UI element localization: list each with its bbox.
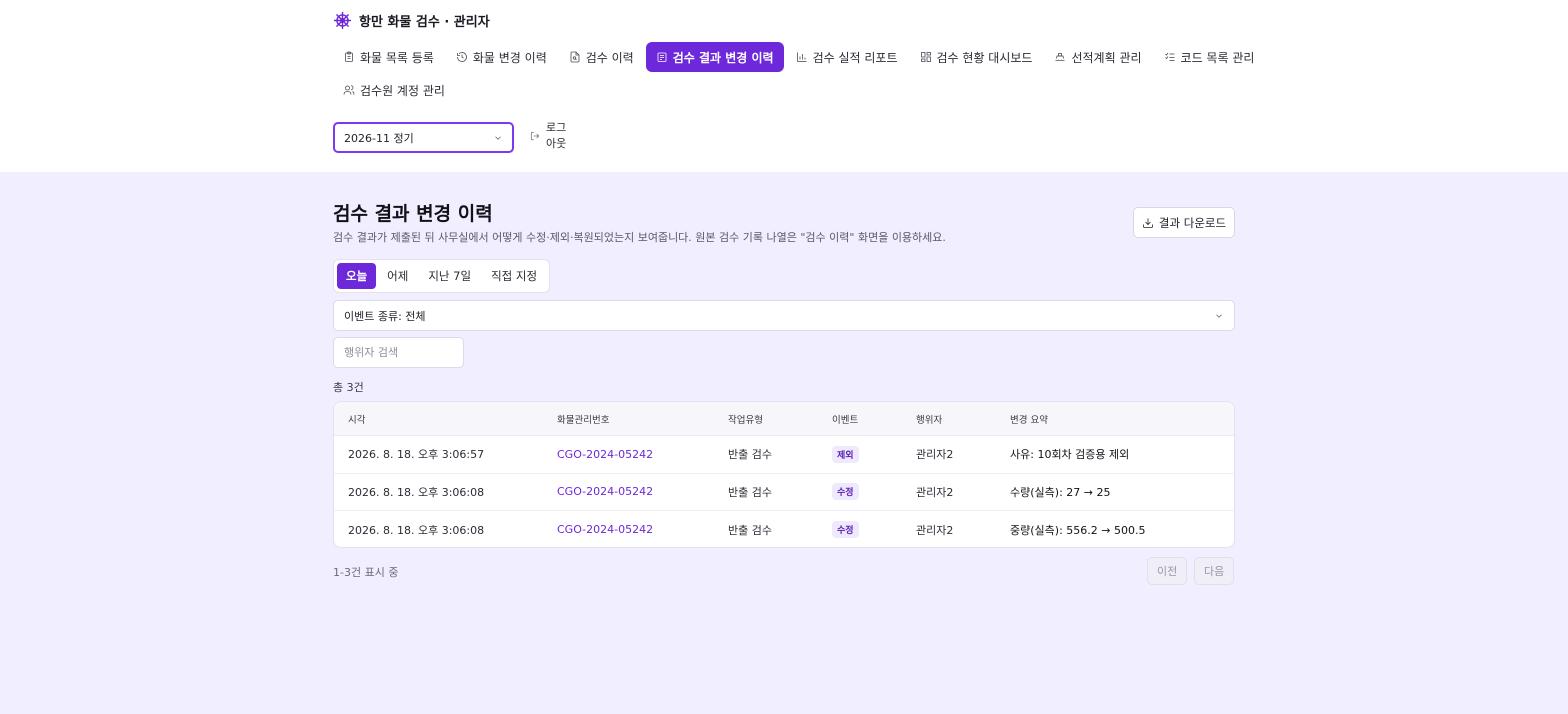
top-header: 항만 화물 검수 · 관리자 화물 목록 등록 화물 변경 이력 검수 이력 검… xyxy=(0,0,1568,172)
ship-wheel-icon xyxy=(333,11,352,30)
nav-item-cargo-history[interactable]: 화물 변경 이력 xyxy=(446,42,557,72)
download-label: 결과 다운로드 xyxy=(1158,215,1227,230)
cargo-number-link[interactable]: CGO-2024-05242 xyxy=(557,485,653,498)
pagination-info: 1-3건 표시 중 xyxy=(333,566,399,579)
clipboard-icon xyxy=(345,51,353,62)
nav-item-label: 화물 목록 등록 xyxy=(360,50,434,65)
nav-item-label: 검수 실적 리포트 xyxy=(812,50,898,65)
table-row: 2026. 8. 18. 오후 3:06:08 CGO-2024-05242 반… xyxy=(334,474,1234,511)
change-history-table: 시각 화물관리번호 작업유형 이벤트 행위자 변경 요약 2026. 8. 18… xyxy=(333,401,1235,548)
nav-item-inspector-accounts[interactable]: 검수원 계정 관리 xyxy=(333,75,455,105)
nav-item-label: 선적계획 관리 xyxy=(1071,50,1142,65)
cell-time: 2026. 8. 18. 오후 3:06:08 xyxy=(348,523,485,537)
file-search-icon xyxy=(570,51,580,63)
table-header: 시각 화물관리번호 작업유형 이벤트 행위자 변경 요약 xyxy=(334,402,1234,436)
nav-item-label: 코드 목록 관리 xyxy=(1180,50,1255,65)
list-check-icon xyxy=(1164,52,1175,61)
cell-summary: 중량(실측): 556.2 → 500.5 xyxy=(1010,523,1146,537)
cargo-number-link[interactable]: CGO-2024-05242 xyxy=(557,448,653,461)
nav-item-label: 화물 변경 이력 xyxy=(472,50,547,65)
date-filter-custom[interactable]: 직접 지정 xyxy=(482,263,546,289)
cell-work-type: 반출 검수 xyxy=(728,448,772,462)
users-icon xyxy=(343,85,355,95)
nav-item-status-dashboard[interactable]: 검수 현황 대시보드 xyxy=(910,42,1043,72)
total-count: 총 3건 xyxy=(333,381,364,394)
event-badge: 제외 xyxy=(832,445,859,463)
period-select[interactable]: 2026-11 정기 xyxy=(333,122,514,153)
nav-item-label: 검수 결과 변경 이력 xyxy=(672,50,774,65)
history-icon xyxy=(456,52,467,62)
nav-item-label: 검수원 계정 관리 xyxy=(360,83,445,98)
period-select-value: 2026-11 정기 xyxy=(344,131,414,145)
nav-item-label: 검수 이력 xyxy=(585,50,634,65)
main-nav: 화물 목록 등록 화물 변경 이력 검수 이력 검수 결과 변경 이력 검수 실… xyxy=(333,42,1254,105)
cell-summary: 사유: 10회차 검증용 제외 xyxy=(1010,448,1130,462)
table-row: 2026. 8. 18. 오후 3:06:08 CGO-2024-05242 반… xyxy=(334,511,1234,547)
download-icon xyxy=(1143,218,1153,228)
nav-item-code-list[interactable]: 코드 목록 관리 xyxy=(1154,42,1265,72)
logout-button[interactable]: 로그 아웃 xyxy=(530,120,570,152)
table-row: 2026. 8. 18. 오후 3:06:57 CGO-2024-05242 반… xyxy=(334,436,1234,474)
app-title: 항만 화물 검수 · 관리자 xyxy=(359,15,490,30)
date-filter-last-7-days[interactable]: 지난 7일 xyxy=(419,263,480,289)
clipboard-list-icon xyxy=(657,52,667,62)
nav-item-inspection-history[interactable]: 검수 이력 xyxy=(559,42,644,72)
chevron-down-icon xyxy=(495,136,501,140)
column-header-work-type: 작업유형 xyxy=(728,414,763,426)
nav-item-cargo-register[interactable]: 화물 목록 등록 xyxy=(333,42,444,72)
event-badge: 수정 xyxy=(832,521,859,539)
bar-chart-icon xyxy=(796,52,807,62)
cell-actor: 관리자2 xyxy=(916,448,954,462)
event-badge: 수정 xyxy=(832,483,859,501)
ship-icon xyxy=(1055,53,1066,62)
prev-page-button[interactable]: 이전 xyxy=(1147,557,1188,585)
nav-item-label: 검수 현황 대시보드 xyxy=(936,50,1033,65)
event-type-value: 이벤트 종류: 전체 xyxy=(344,309,426,323)
download-results-button[interactable]: 결과 다운로드 xyxy=(1133,207,1235,238)
next-page-button[interactable]: 다음 xyxy=(1194,557,1235,585)
cell-summary: 수량(실측): 27 → 25 xyxy=(1010,485,1111,499)
column-header-time: 시각 xyxy=(348,414,366,426)
column-header-cargo-no: 화물관리번호 xyxy=(557,414,610,426)
chevron-down-icon xyxy=(1216,314,1222,318)
page-title: 검수 결과 변경 이력 xyxy=(333,203,493,225)
cell-actor: 관리자2 xyxy=(916,523,954,537)
date-range-filter: 오늘 어제 지난 7일 직접 지정 xyxy=(333,259,551,293)
cell-work-type: 반출 검수 xyxy=(728,523,772,537)
cell-actor: 관리자2 xyxy=(916,485,954,499)
cell-work-type: 반출 검수 xyxy=(728,485,772,499)
column-header-actor: 행위자 xyxy=(916,414,943,426)
page-description: 검수 결과가 제출된 뒤 사무실에서 어떻게 수정·제외·복원되었는지 보여줍니… xyxy=(333,231,946,244)
date-filter-today[interactable]: 오늘 xyxy=(337,263,377,289)
cargo-number-link[interactable]: CGO-2024-05242 xyxy=(557,523,653,536)
cell-time: 2026. 8. 18. 오후 3:06:57 xyxy=(348,448,485,462)
cell-time: 2026. 8. 18. 오후 3:06:08 xyxy=(348,485,485,499)
dashboard-icon xyxy=(920,52,931,62)
date-filter-yesterday[interactable]: 어제 xyxy=(378,263,417,289)
nav-item-shipping-plan[interactable]: 선적계획 관리 xyxy=(1044,42,1151,72)
actor-search-input[interactable] xyxy=(333,337,464,368)
nav-item-result-change-history[interactable]: 검수 결과 변경 이력 xyxy=(645,42,784,72)
column-header-event: 이벤트 xyxy=(832,414,859,426)
brand[interactable]: 항만 화물 검수 · 관리자 xyxy=(333,11,490,30)
logout-label: 로그 아웃 xyxy=(546,121,567,150)
event-type-select[interactable]: 이벤트 종류: 전체 xyxy=(333,300,1235,331)
logout-icon xyxy=(530,131,540,141)
column-header-summary: 변경 요약 xyxy=(1010,414,1048,426)
nav-item-performance-report[interactable]: 검수 실적 리포트 xyxy=(786,42,908,72)
